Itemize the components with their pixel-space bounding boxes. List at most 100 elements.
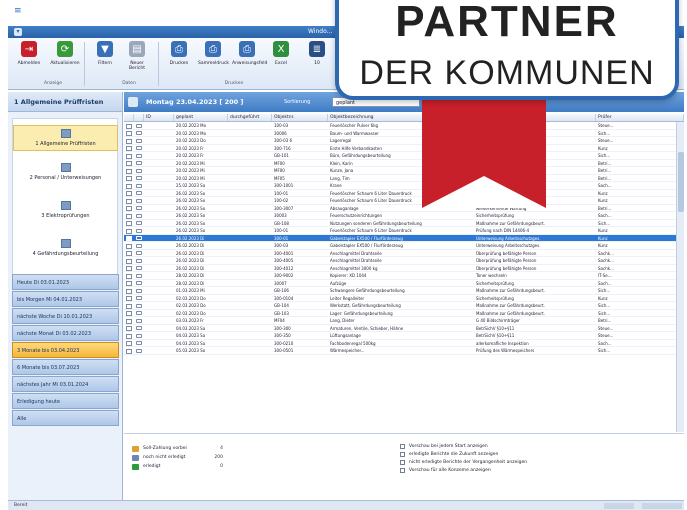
nav-naechste-woche[interactable]: nächste Woche Di 10.01.2023 [12, 308, 119, 324]
new-report-button[interactable]: ▤ Neuer Bericht [122, 41, 152, 71]
checkbox[interactable] [126, 348, 132, 354]
nav-erledigung-heute[interactable]: Erledigung heute [12, 393, 119, 409]
table-row[interactable]: 20.02.2023 Mo 100-03 Feuerlöscher Pulver 6… [124, 122, 684, 130]
zoom-control[interactable]: ≣ 10 [302, 41, 332, 66]
checkbox[interactable] [126, 123, 132, 129]
table-row[interactable]: 02.03.2023 Do 300-0104 Leiter Regalleiter S… [124, 295, 684, 302]
row-checkbox[interactable] [124, 160, 134, 166]
row-checkbox[interactable] [124, 325, 134, 331]
row-checkbox[interactable] [124, 190, 134, 196]
table-row[interactable]: 20.02.2023 Do 300-03 6 Lagerregal Steue... [124, 137, 684, 145]
menu-mark-icon[interactable]: ≡ [14, 6, 22, 16]
row-checkbox[interactable] [124, 347, 134, 354]
checkbox[interactable] [126, 161, 132, 166]
checkbox[interactable] [126, 273, 132, 279]
row-checkbox[interactable] [124, 257, 134, 264]
checkbox[interactable] [126, 243, 132, 249]
row-checkbox[interactable] [124, 340, 134, 346]
row-checkbox[interactable] [124, 175, 134, 181]
table-row[interactable]: 20.02.2023 Fr 300-716 Erste Hilfe Verbandk… [124, 145, 684, 152]
excel-button[interactable]: X Excel [266, 41, 296, 66]
scrollbar-thumb[interactable] [678, 152, 684, 212]
row-checkbox[interactable] [124, 302, 134, 309]
table-row[interactable]: 03.03.2023 Fr MF04 Lang, Dieter G 40 Bildsc… [124, 317, 684, 325]
checkbox[interactable] [126, 168, 132, 174]
checkbox[interactable] [126, 228, 132, 234]
print-button[interactable]: ⎙ Drucken [164, 41, 194, 66]
option-checkbox[interactable]: Vorschau für alle Konzeme anzeigen [400, 466, 527, 474]
view-item-elektropruefungen[interactable]: 3 Elektroprüfungen [13, 201, 118, 219]
checkbox[interactable] [126, 183, 132, 189]
row-checkbox[interactable] [124, 152, 134, 159]
nav-naechster-monat[interactable]: nächste Monat Di 03.02.2023 [12, 325, 119, 341]
table-row[interactable]: 20.02.2023 MiMF00Klein, KarinG 40 Krebse… [124, 160, 684, 167]
row-checkbox[interactable] [124, 205, 134, 211]
checkbox[interactable] [126, 131, 132, 136]
row-checkbox[interactable] [124, 332, 134, 339]
checkbox[interactable] [126, 333, 132, 339]
column-header-type[interactable] [134, 114, 144, 121]
row-checkbox[interactable] [124, 265, 134, 271]
table-row[interactable]: 26.02.2023 So 100-02 Feuerlöscher Schaum 6… [124, 197, 684, 205]
checkbox[interactable] [126, 236, 132, 241]
row-checkbox[interactable] [124, 242, 134, 249]
table-row[interactable]: 26.02.2023 Di 300-4005 Anschlagmittel Drah… [124, 257, 684, 265]
nav-alle[interactable]: Alle [12, 410, 119, 426]
checkbox[interactable] [126, 206, 132, 211]
refresh-button[interactable]: ⟳ Aktualisieren [50, 41, 80, 66]
checkbox[interactable] [400, 451, 405, 457]
logout-button[interactable]: ⇥ Abmelden [14, 41, 44, 66]
table-row[interactable]: 01.03.2023 Mi GB-106 Schwangere Gefährdung… [124, 287, 684, 295]
table-row[interactable]: 26.02.2023 Di 300-03 Gabelstapler EX500 / … [124, 242, 684, 250]
print-preview-button[interactable]: ⎙ Anweisungsfeld [232, 41, 267, 66]
checkbox[interactable] [126, 198, 132, 204]
checkbox[interactable] [126, 176, 132, 181]
view-item-personal-unterweisungen[interactable]: 2 Personal / Unterweisungen [13, 163, 118, 181]
checkbox[interactable] [126, 326, 132, 331]
row-checkbox[interactable] [124, 280, 134, 286]
column-header-id[interactable]: ID [144, 114, 174, 121]
row-checkbox[interactable] [124, 272, 134, 279]
table-row[interactable]: 04.03.2023 Sa 300-350 Lüftungsanlage BetrSi… [124, 332, 684, 340]
checkbox[interactable] [126, 311, 132, 316]
column-header-durchgefuehrt[interactable]: durchgeführt [228, 114, 272, 121]
nav-bis-morgen[interactable]: bis Morgen Mi 04.01.2023 [12, 291, 119, 307]
nav-3-monate[interactable]: 3 Monate bis 03.04.2023 [12, 342, 119, 358]
column-header-pruefer[interactable]: Prüfer [596, 114, 684, 121]
table-row[interactable]: 26.02.2023 So 300-3007 Absauganlage wiederk… [124, 205, 684, 212]
row-checkbox[interactable] [124, 212, 134, 219]
table-row[interactable]: 26.02.2023 Di 300-4012 Anschlagmittel 3000… [124, 265, 684, 272]
row-checkbox[interactable] [124, 220, 134, 226]
row-checkbox[interactable] [124, 227, 134, 234]
checkbox[interactable] [126, 251, 132, 256]
nav-6-monate[interactable]: 6 Monate bis 03.07.2023 [12, 359, 119, 375]
row-checkbox[interactable] [124, 295, 134, 301]
checkbox[interactable] [126, 281, 132, 286]
checkbox[interactable] [126, 341, 132, 346]
nav-heute[interactable]: Heute Di 03.01.2023 [12, 274, 119, 290]
view-item-gefaehrdungsbeurteilung[interactable]: 4 Gefährdungsbeurteilung [13, 239, 118, 257]
batch-print-button[interactable]: ⎙ Sammeldruck [198, 41, 229, 66]
checkbox[interactable] [126, 303, 132, 309]
option-checkbox[interactable]: erledigte Berichte die Zukunft anzeigen [400, 450, 527, 458]
checkbox[interactable] [400, 459, 405, 465]
table-row[interactable]: 05.03.2023 So 300-0501 Wärmespeicher... Prü… [124, 347, 684, 355]
table-row[interactable]: 02.03.2023 Do GB-103 Lager: Gefährdungsbeu… [124, 310, 684, 317]
row-checkbox[interactable] [124, 235, 134, 241]
view-item-allgemeine-prueffristen[interactable]: 1 Allgemeine Prüffristen [13, 125, 118, 151]
column-header-check[interactable] [124, 114, 134, 121]
table-row[interactable]: 26.02.2023 So 100-01 Feuerlöscher Schaum 6… [124, 227, 684, 235]
checkbox[interactable] [126, 146, 132, 151]
row-checkbox[interactable] [124, 167, 134, 174]
row-checkbox[interactable] [124, 197, 134, 204]
table-row[interactable]: 25.02.2023 Sa300-1001KranePrüfung nach V… [124, 182, 684, 190]
checkbox[interactable] [126, 266, 132, 271]
table-row[interactable]: 26.02.2023 Di 300-4001 Anschlagmittel Drah… [124, 250, 684, 257]
row-checkbox[interactable] [124, 250, 134, 256]
nav-naechstes-jahr[interactable]: nächstes Jahr Mi 03.01.2024 [12, 376, 119, 392]
table-row[interactable]: 04.03.2023 Sa 300-300 Armaturen, Ventile, … [124, 325, 684, 332]
table-row[interactable]: 20.02.2023 MiMF00Kunze, JanaG 40 Krebser… [124, 167, 684, 175]
checkbox[interactable] [126, 213, 132, 219]
column-header-objektnr[interactable]: Objektnr. [272, 114, 328, 121]
checkbox[interactable] [126, 318, 132, 324]
